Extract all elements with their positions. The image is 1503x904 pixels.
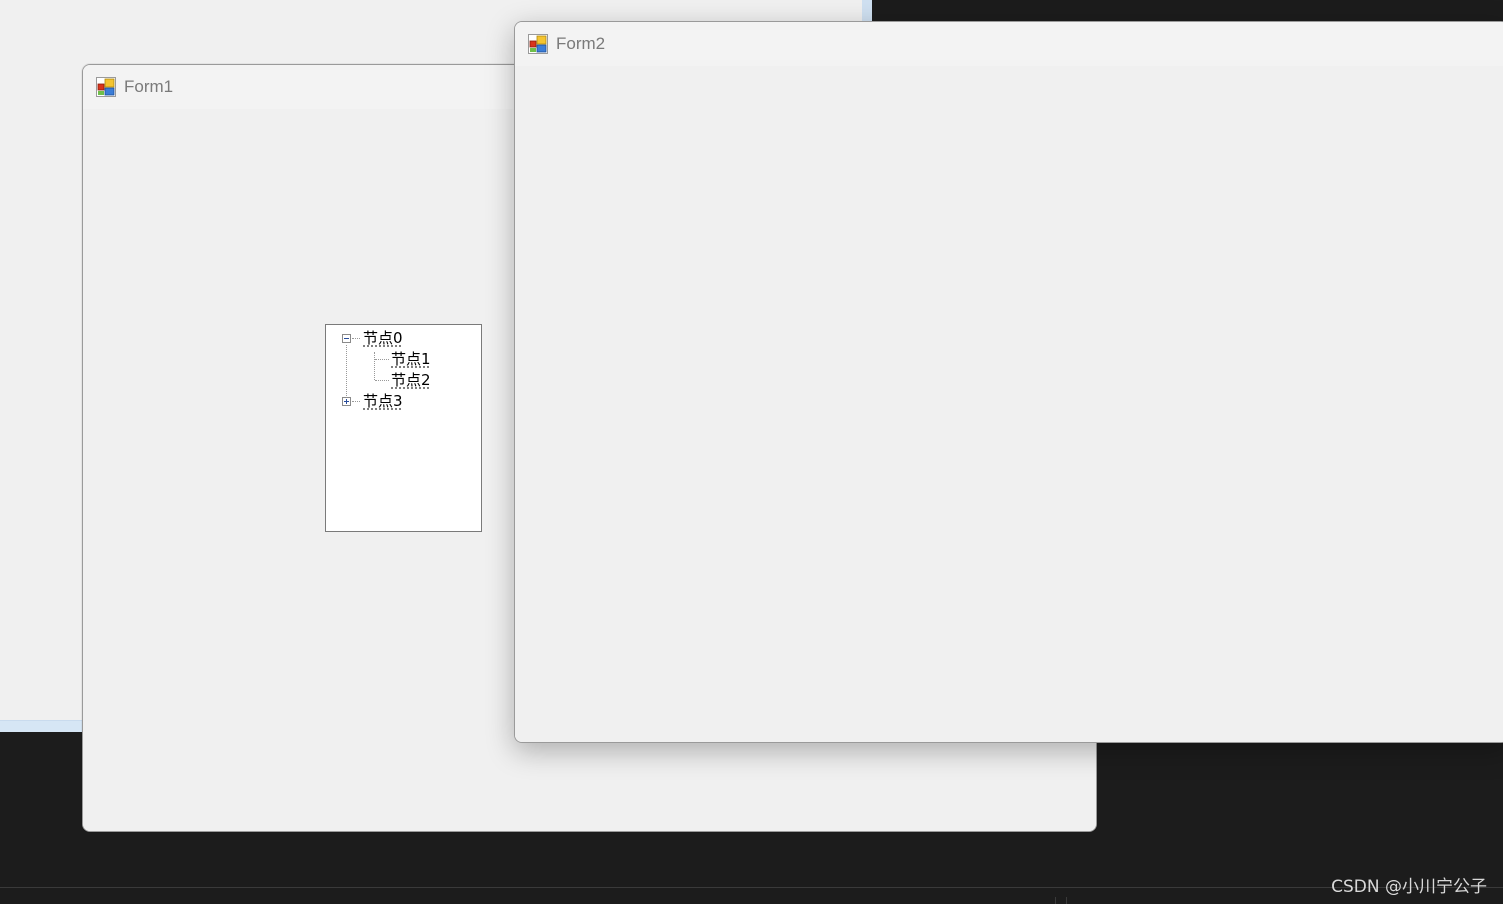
minus-box-icon[interactable] xyxy=(342,334,351,343)
treeview[interactable]: 节点0 节点1 节点2 节点3 xyxy=(325,324,482,532)
tree-node-1[interactable]: 节点1 xyxy=(326,349,476,370)
form2-title: Form2 xyxy=(556,34,606,53)
watermark-text: CSDN @小川宁公子 xyxy=(1331,877,1487,897)
form2-window[interactable]: Form2 xyxy=(514,21,1503,743)
form2-titlebar[interactable]: Form2 xyxy=(515,22,1503,66)
tree-node-label[interactable]: 节点3 xyxy=(363,391,403,412)
tree-connector-line xyxy=(352,401,360,402)
taskbar-separator xyxy=(1066,897,1067,904)
tree-node-label[interactable]: 节点2 xyxy=(391,370,431,391)
tree-node-3[interactable]: 节点3 xyxy=(326,391,476,412)
tree-connector-line xyxy=(375,380,389,381)
taskbar-separator xyxy=(1055,897,1056,904)
taskbar-divider xyxy=(0,887,1503,888)
tree-node-2[interactable]: 节点2 xyxy=(326,370,476,391)
tree-node-label[interactable]: 节点1 xyxy=(391,349,431,370)
winforms-app-icon xyxy=(96,77,116,97)
form2-client-area xyxy=(515,66,1503,742)
tree-connector-line xyxy=(352,338,360,339)
tree-node-label[interactable]: 节点0 xyxy=(363,328,403,349)
form1-title: Form1 xyxy=(124,77,174,96)
plus-box-icon[interactable] xyxy=(342,397,351,406)
winforms-app-icon xyxy=(528,34,548,54)
tree-node-0[interactable]: 节点0 xyxy=(326,328,476,349)
tree-connector-line xyxy=(375,359,389,360)
